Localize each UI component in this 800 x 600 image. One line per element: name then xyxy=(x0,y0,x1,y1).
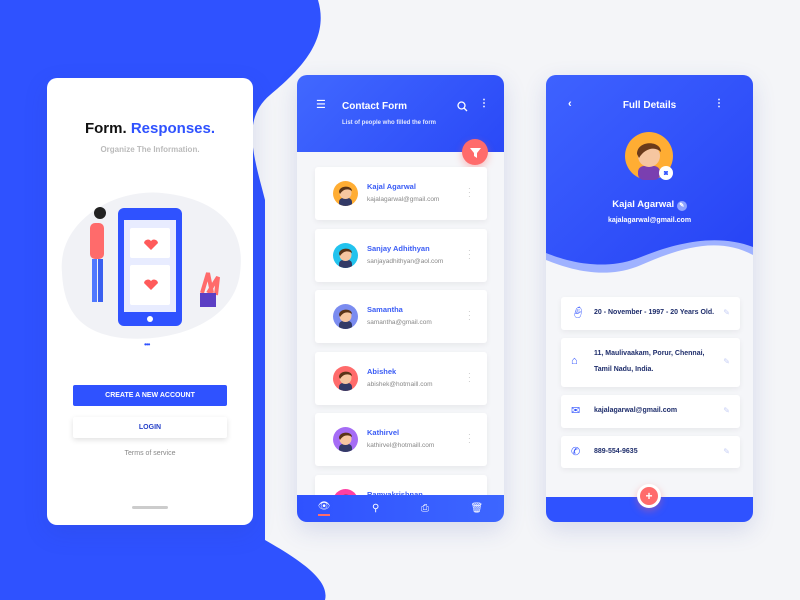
more-icon[interactable]: ⋮ xyxy=(479,99,489,109)
contact-avatar xyxy=(333,427,358,452)
profile-name: Kajal Agarwal xyxy=(612,199,675,210)
more-icon[interactable]: ··· xyxy=(468,369,471,385)
contact-email: kajalagarwal@gmail.com xyxy=(367,196,440,203)
edit-icon[interactable]: ✎ xyxy=(723,357,730,366)
menu-icon[interactable]: ☰ xyxy=(316,100,326,111)
search-icon[interactable] xyxy=(457,101,468,112)
email-text: kajalagarwal@gmail.com xyxy=(594,407,678,414)
full-details-screen: ‹ Full Details ⋮ ◙ Kajal Agarwal ✎ kajal… xyxy=(546,75,753,522)
contact-card[interactable]: Kathirvel kathirvel@hotmaill.com · · · xyxy=(315,413,487,466)
contact-avatar xyxy=(333,365,358,391)
pager-dots: ••• xyxy=(144,340,150,349)
contact-form-screen: ☰ Contact Form List of people who filled… xyxy=(297,75,504,522)
page-subtitle: List of people who filled the form xyxy=(342,120,436,126)
filter-icon xyxy=(469,147,481,158)
more-icon[interactable]: ··· xyxy=(468,431,471,447)
more-icon[interactable]: ··· xyxy=(468,246,471,262)
eye-icon[interactable]: 👁︎ xyxy=(317,501,331,516)
profile-name-row: Kajal Agarwal ✎ xyxy=(546,199,753,211)
terms-link[interactable]: Terms of service xyxy=(47,450,253,457)
address-line2: Tamil Nadu, India. xyxy=(594,366,654,373)
contact-email: abishek@hotmaill.com xyxy=(367,380,433,388)
mail-icon: ✉ xyxy=(571,405,581,417)
phone-text: 889-554-9635 xyxy=(594,448,638,455)
app-subtitle: Organize The Information. xyxy=(100,145,200,154)
app-title: Form. Responses. xyxy=(84,120,216,137)
create-account-button[interactable]: CREATE A NEW ACCOUNT xyxy=(73,385,227,406)
page-title: Contact Form xyxy=(342,101,407,112)
hierarchy-icon[interactable]: ⚲ xyxy=(372,503,379,514)
contact-email: samantha@gmail.com xyxy=(367,319,432,326)
address-card[interactable]: ⌂ 11, Maulivaakam, Porur, Chennai, Tamil… xyxy=(561,338,740,387)
contact-name: Kajal Agarwal xyxy=(367,182,416,191)
contact-card[interactable]: Samantha samantha@gmail.com · · · xyxy=(315,290,487,343)
profile-email: kajalagarwal@gmail.com xyxy=(607,217,692,224)
contact-name: Abishek xyxy=(367,366,397,376)
email-card[interactable]: ✉ kajalagarwal@gmail.com ✎ xyxy=(561,395,740,428)
dob-text: 20 - November - 1997 - 20 Years Old. xyxy=(594,309,715,316)
illustration-phone-woman xyxy=(61,192,241,339)
filter-button[interactable] xyxy=(462,139,488,165)
baby-icon: 👶︎ xyxy=(571,307,585,319)
contact-card[interactable]: Kajal Agarwal kajalagarwal@gmail.com · · · xyxy=(315,167,487,220)
edit-icon[interactable]: ✎ xyxy=(723,406,730,415)
contact-avatar xyxy=(333,304,358,329)
bottom-nav: 👁︎ ⚲ ⎙ 🗑︎ xyxy=(297,495,504,522)
edit-icon[interactable]: ✎ xyxy=(723,447,730,456)
address-line1: 11, Maulivaakam, Porur, Chennai, xyxy=(594,350,705,357)
dob-card[interactable]: 👶︎ 20 - November - 1997 - 20 Years Old. … xyxy=(561,297,740,330)
verified-icon: ✎ xyxy=(676,201,687,211)
trash-icon[interactable]: 🗑︎ xyxy=(471,503,484,514)
more-icon[interactable]: ⋮ xyxy=(714,99,724,109)
login-button[interactable]: LOGIN xyxy=(73,417,227,438)
contact-avatar xyxy=(333,181,358,206)
contact-name: Sanjay Adhithyan xyxy=(367,243,430,253)
contact-name: Kathirvel xyxy=(367,428,400,437)
phone-card[interactable]: ✆ 889-554-9635 ✎ xyxy=(561,436,740,468)
add-button[interactable]: + xyxy=(637,484,661,508)
phone-icon: ✆ xyxy=(571,446,581,458)
contact-card[interactable]: Abishek abishek@hotmaill.com · · · xyxy=(315,351,487,405)
welcome-screen: Form. Responses. Organize The Informatio… xyxy=(47,78,253,525)
more-icon[interactable]: ··· xyxy=(468,185,471,201)
contact-email: sanjayadhithyan@aol.com xyxy=(367,257,444,265)
contact-card[interactable]: Sanjay Adhithyan sanjayadhithyan@aol.com… xyxy=(315,228,487,282)
camera-icon[interactable]: ◙ xyxy=(659,166,673,180)
contact-avatar xyxy=(333,242,358,268)
contact-name: Samantha xyxy=(367,305,403,314)
home-icon: ⌂ xyxy=(571,355,578,367)
edit-icon[interactable]: ✎ xyxy=(723,308,730,317)
print-icon[interactable]: ⎙ xyxy=(421,503,429,514)
home-indicator xyxy=(132,506,168,509)
contact-email: kathirvel@hotmaill.com xyxy=(367,442,435,449)
more-icon[interactable]: ··· xyxy=(468,308,471,324)
